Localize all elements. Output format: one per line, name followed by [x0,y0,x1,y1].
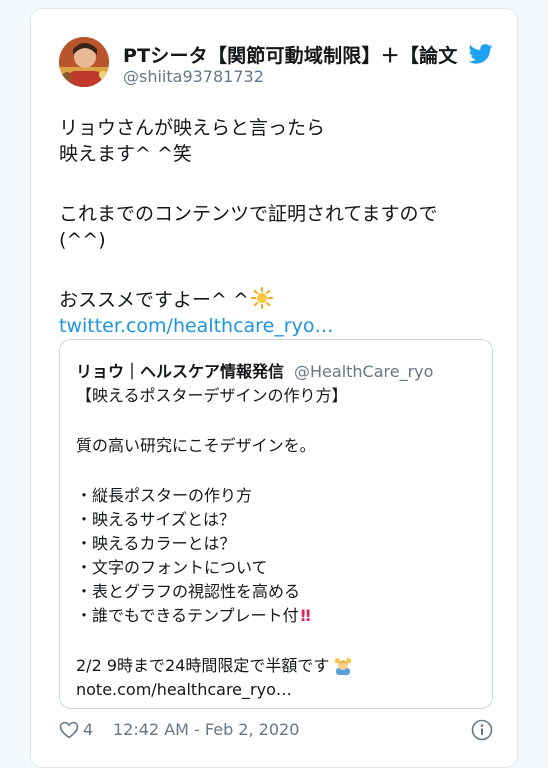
quoted-list-item: ・文字のフォントについて [76,558,268,577]
like-count: 4 [83,720,94,739]
quoted-author-name: リョウ｜ヘルスケア情報発信 [76,362,285,381]
quoted-tweet-header: リョウ｜ヘルスケア情報発信 @HealthCare_ryo [76,358,433,382]
quoted-list-item: ・誰でもできるテンプレート付 [76,606,299,625]
quoted-list-item-with-emoji: ・誰でもできるテンプレート付 ‼ [76,604,486,628]
quoted-list-item: ・映えるサイズとは？ [76,510,236,529]
heart-icon[interactable] [59,721,79,739]
tweet-header: PTシータ【関節可動域制限】＋【論文 @shiita93781732 [59,37,499,91]
tweet-line: (^^) [59,229,106,251]
author-handle[interactable]: @shiita93781732 [123,67,264,86]
tweet-link[interactable]: twitter.com/healthcare_ryo… [59,313,499,339]
tweet-timestamp[interactable]: 12:42 AM - Feb 2, 2020 [113,720,299,739]
quoted-line: 質の高い研究にこそデザインを。 [76,436,316,455]
quoted-tweet-body: 【映えるポスターデザインの作り方】 質の高い研究にこそデザインを。 ・縦長ポスタ… [76,384,486,702]
tweet-text: リョウさんが映えらと言ったら 映えます^ ^笑 これまでのコンテンツで証明されて… [59,115,499,339]
person-gesturing-ok-emoji-icon [335,657,352,675]
author-display-name[interactable]: PTシータ【関節可動域制限】＋【論文 [123,41,468,68]
avatar-photo-icon [59,37,109,87]
tweet-line: 映えます^ ^笑 [59,143,192,165]
quoted-tweet[interactable]: リョウ｜ヘルスケア情報発信 @HealthCare_ryo 【映えるポスターデザイ… [59,339,493,709]
tweet-line: リョウさんが映えらと言ったら [59,117,326,139]
double-exclamation-icon: ‼ [300,606,311,625]
quoted-line: 【映えるポスターデザインの作り方】 [76,386,348,405]
quoted-list-item: ・映えるカラーとは？ [76,534,236,553]
quoted-author-handle: @HealthCare_ryo [294,362,434,381]
quoted-list-item: ・縦長ポスターの作り方 [76,486,253,505]
tweet-line-with-emoji: おススメですよー^ ^ [59,287,499,313]
twitter-bird-icon[interactable] [469,43,493,65]
tweet-line: おススメですよー^ ^ [59,289,249,311]
tweet-card: PTシータ【関節可動域制限】＋【論文 @shiita93781732 リョウさん… [30,8,518,768]
tweet-line: これまでのコンテンツで証明されてますので [59,203,438,225]
avatar[interactable] [59,37,109,87]
quoted-line-with-emoji: 2/2 9時まで24時間限定で半額です [76,654,486,678]
quoted-line: 2/2 9時まで24時間限定で半額です [76,656,330,675]
info-icon[interactable] [471,719,493,741]
quoted-link[interactable]: note.com/healthcare_ryo… [76,678,486,702]
quoted-list-item: ・表とグラフの視認性を高める [76,582,301,601]
sun-emoji-icon [250,287,273,309]
tweet-footer: 4 12:42 AM - Feb 2, 2020 [59,719,499,743]
